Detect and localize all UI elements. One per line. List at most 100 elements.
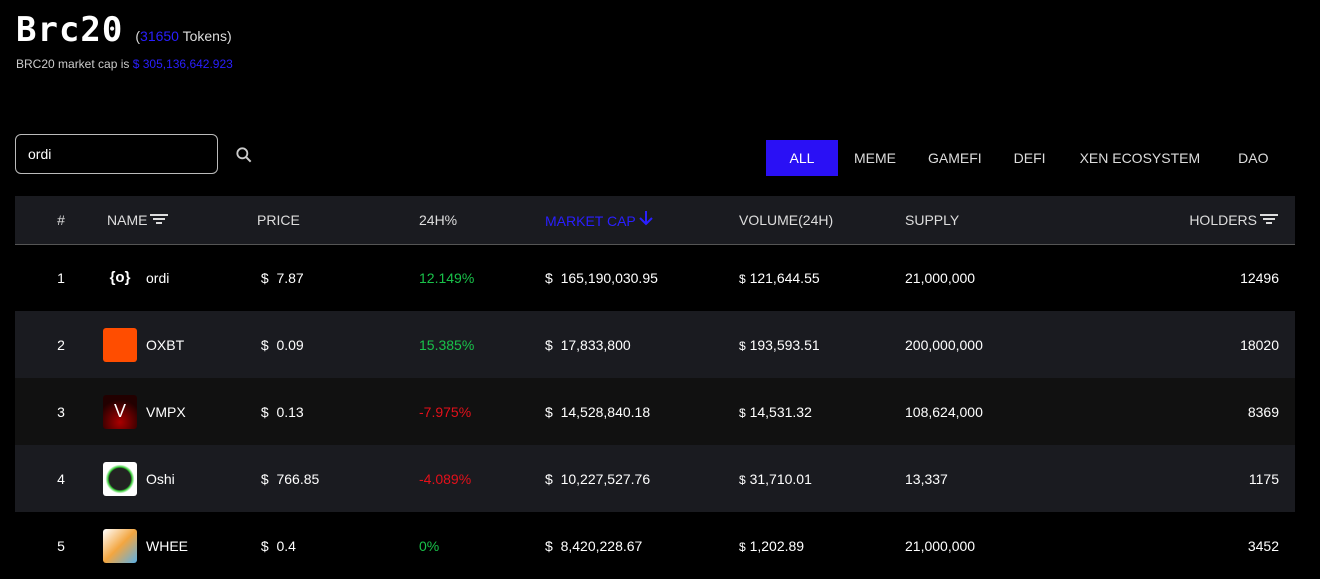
page-header: Brc20 (31650 Tokens) bbox=[16, 10, 232, 50]
volume-value: 193,593.51 bbox=[749, 336, 820, 353]
col-name-label: NAME bbox=[107, 211, 148, 228]
market-cap-value: 17,833,800 bbox=[560, 336, 631, 353]
col-change[interactable]: 24H% bbox=[419, 196, 545, 244]
volume: $ 31,710.01 bbox=[739, 470, 812, 487]
token-count-value: 31650 bbox=[140, 28, 179, 44]
search-icon[interactable] bbox=[234, 145, 254, 165]
price: $ 0.09 bbox=[257, 336, 304, 353]
token-name[interactable]: {o} ordi bbox=[103, 261, 257, 295]
volume-value: 31,710.01 bbox=[749, 470, 812, 487]
filter-icon[interactable] bbox=[149, 213, 169, 225]
price-value: 0.09 bbox=[276, 336, 304, 353]
col-holders[interactable]: HOLDERS bbox=[1105, 196, 1295, 244]
table-row[interactable]: 4 Oshi $ 766.85 -4.089% $ 10,227,527.76 … bbox=[15, 445, 1295, 512]
tab-meme[interactable]: MEME bbox=[838, 140, 912, 176]
market-cap-value: 8,420,228.67 bbox=[560, 537, 643, 554]
page-title: Brc20 bbox=[16, 10, 124, 50]
market-cap: $ 8,420,228.67 bbox=[545, 537, 643, 554]
tab-dao[interactable]: DAO bbox=[1218, 140, 1288, 176]
price: $ 7.87 bbox=[257, 269, 304, 286]
holders: 12496 bbox=[1240, 269, 1279, 286]
rank: 5 bbox=[57, 537, 65, 554]
token-name-label: Oshi bbox=[146, 470, 175, 487]
col-market-cap[interactable]: MARKET CAP bbox=[545, 196, 739, 244]
supply: 21,000,000 bbox=[905, 269, 976, 286]
tab-all[interactable]: ALL bbox=[766, 140, 838, 176]
price: $ 766.85 bbox=[257, 470, 320, 487]
col-holders-label: HOLDERS bbox=[1189, 211, 1257, 228]
token-count: (31650 Tokens) bbox=[135, 28, 232, 44]
volume-value: 1,202.89 bbox=[749, 537, 805, 554]
market-cap: $ 165,190,030.95 bbox=[545, 269, 658, 286]
market-cap-label: BRC20 market cap is bbox=[16, 57, 130, 71]
change-24h: -4.089% bbox=[419, 470, 472, 487]
col-name[interactable]: NAME bbox=[107, 196, 257, 244]
tab-xen-ecosystem[interactable]: XEN ECOSYSTEM bbox=[1062, 140, 1219, 176]
volume-value: 14,531.32 bbox=[749, 403, 812, 420]
change-24h: -7.975% bbox=[419, 403, 472, 420]
supply: 200,000,000 bbox=[905, 336, 983, 353]
whee-logo-icon bbox=[103, 528, 137, 563]
market-cap: $ 14,528,840.18 bbox=[545, 403, 651, 420]
supply: 21,000,000 bbox=[905, 537, 976, 554]
rank: 2 bbox=[57, 336, 65, 353]
market-cap: $ 10,227,527.76 bbox=[545, 470, 651, 487]
volume: $ 193,593.51 bbox=[739, 336, 820, 353]
change-24h: 12.149% bbox=[419, 269, 475, 286]
token-name-label: VMPX bbox=[146, 403, 186, 420]
table-row[interactable]: 5 WHEE $ 0.4 0% $ 8,420,228.67 $ 1,202.8… bbox=[15, 512, 1295, 579]
table-row[interactable]: 2 OXBT $ 0.09 15.385% $ 17,833,800 $ 193… bbox=[15, 311, 1295, 378]
token-name[interactable]: Oshi bbox=[103, 461, 257, 496]
holders: 3452 bbox=[1247, 537, 1279, 554]
search-input[interactable] bbox=[15, 134, 218, 174]
token-table: # NAME PRICE 24H% MARKET CAP VOLUME(24H)… bbox=[15, 196, 1295, 579]
rank: 3 bbox=[57, 403, 65, 420]
price-value: 0.13 bbox=[276, 403, 304, 420]
token-name[interactable]: OXBT bbox=[103, 327, 257, 362]
col-market-cap-label: MARKET CAP bbox=[545, 213, 636, 230]
ordi-logo-icon: {o} bbox=[109, 269, 131, 287]
token-name-label: OXBT bbox=[146, 336, 185, 353]
market-cap-summary: BRC20 market cap is $ 305,136,642.923 bbox=[16, 57, 233, 71]
table-row[interactable]: 3 V VMPX $ 0.13 -7.975% $ 14,528,840.18 $… bbox=[15, 378, 1295, 445]
holders: 8369 bbox=[1247, 403, 1279, 420]
table-row[interactable]: 1 {o} ordi $ 7.87 12.149% $ 165,190,030.9… bbox=[15, 244, 1295, 311]
rank: 4 bbox=[57, 470, 65, 487]
market-cap-value: 14,528,840.18 bbox=[560, 403, 651, 420]
price-value: 7.87 bbox=[276, 269, 304, 286]
change-24h: 15.385% bbox=[419, 336, 475, 353]
tab-gamefi[interactable]: GAMEFI bbox=[912, 140, 998, 176]
price-value: 0.4 bbox=[276, 537, 296, 554]
token-name-label: WHEE bbox=[146, 537, 188, 554]
col-supply[interactable]: SUPPLY bbox=[905, 196, 1105, 244]
tokens-label: Tokens bbox=[182, 28, 227, 44]
tab-defi[interactable]: DEFI bbox=[998, 140, 1062, 176]
volume: $ 1,202.89 bbox=[739, 537, 805, 554]
col-price[interactable]: PRICE bbox=[257, 196, 419, 244]
market-cap-value: 10,227,527.76 bbox=[560, 470, 651, 487]
market-cap-value: $ 305,136,642.923 bbox=[132, 57, 233, 71]
volume-value: 121,644.55 bbox=[749, 269, 820, 286]
rank: 1 bbox=[57, 269, 65, 286]
vmpx-logo-icon: V bbox=[103, 394, 137, 429]
change-24h: 0% bbox=[419, 537, 440, 554]
oshi-logo-icon bbox=[103, 461, 137, 496]
holders: 1175 bbox=[1248, 470, 1279, 487]
token-name[interactable]: V VMPX bbox=[103, 394, 257, 429]
holders: 18020 bbox=[1240, 336, 1279, 353]
col-volume[interactable]: VOLUME(24H) bbox=[739, 196, 905, 244]
supply: 108,624,000 bbox=[905, 403, 983, 420]
token-name[interactable]: WHEE bbox=[103, 528, 257, 563]
token-name-label: ordi bbox=[146, 269, 170, 286]
table-header: # NAME PRICE 24H% MARKET CAP VOLUME(24H)… bbox=[15, 196, 1295, 244]
supply: 13,337 bbox=[905, 470, 948, 487]
price-value: 766.85 bbox=[276, 470, 320, 487]
price: $ 0.4 bbox=[257, 537, 296, 554]
market-cap: $ 17,833,800 bbox=[545, 336, 631, 353]
category-tabs: ALL MEME GAMEFI DEFI XEN ECOSYSTEM DAO bbox=[766, 140, 1289, 176]
volume: $ 14,531.32 bbox=[739, 403, 812, 420]
filter-icon[interactable] bbox=[1259, 213, 1279, 225]
volume: $ 121,644.55 bbox=[739, 269, 820, 286]
market-cap-value: 165,190,030.95 bbox=[560, 269, 658, 286]
oxbt-logo-icon bbox=[103, 327, 137, 362]
